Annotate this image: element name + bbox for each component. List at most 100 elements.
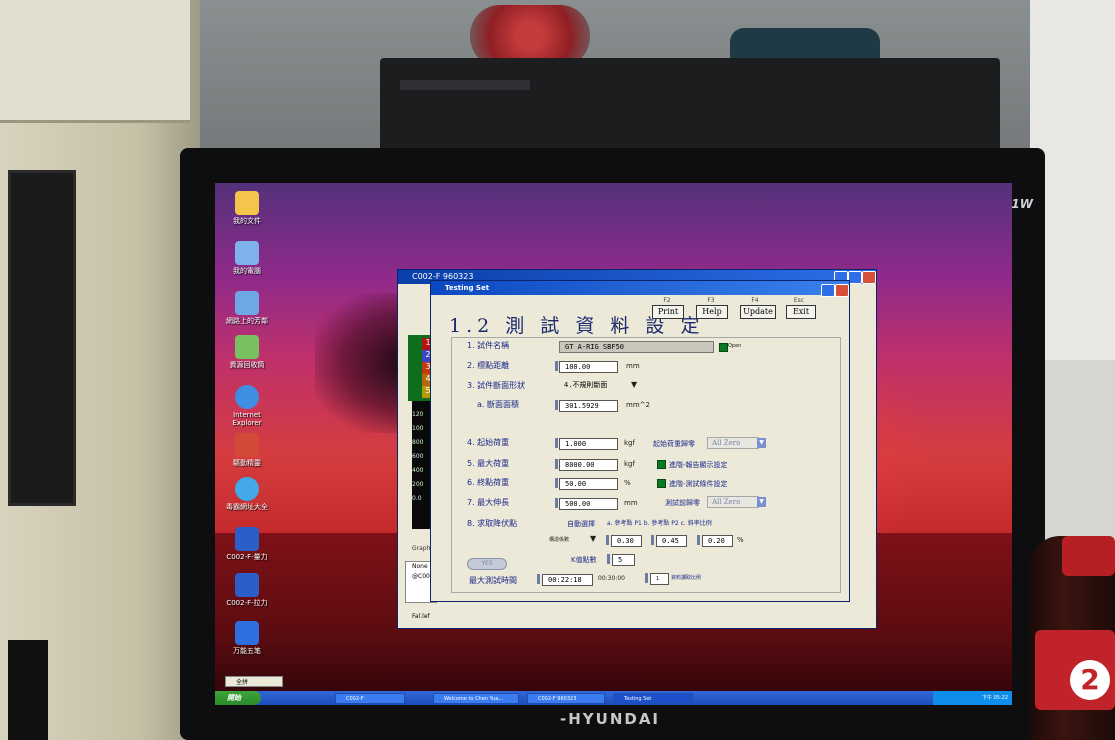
testing-machine-panel [8, 170, 76, 506]
desktop-icon-my-documents[interactable]: 我的文件 [219, 191, 275, 225]
chevron-down-icon[interactable]: ▼ [590, 534, 596, 543]
fkey-label: F3 [707, 297, 715, 304]
taskbar-item[interactable]: C002-F [335, 693, 405, 704]
end-load-input[interactable]: 50.00 [559, 478, 618, 490]
end-load-label: 6. 終點荷重 [467, 478, 510, 487]
spin-icon[interactable] [606, 535, 609, 545]
graph-caption: Graph [412, 545, 431, 552]
exit-button[interactable]: Exit [786, 305, 816, 319]
open-checkbox[interactable] [719, 343, 728, 352]
notes-label: None [412, 563, 428, 570]
chevron-down-icon[interactable]: ▼ [631, 380, 637, 389]
area-unit: mm^2 [626, 401, 650, 409]
shape-label: 3. 試件斷面形狀 [467, 381, 526, 390]
taskbar-item[interactable]: C002-F 960323 [527, 693, 605, 704]
ref-b-input[interactable]: 0.45 [656, 535, 687, 547]
initial-zero-select[interactable]: All Zero [707, 437, 759, 449]
method-select[interactable]: 構造係數 [549, 536, 569, 543]
desktop-icon-c002-f-1[interactable]: C002-F-量力 [219, 527, 275, 561]
end-load-unit: % [624, 479, 631, 487]
max-elong-input[interactable]: 500.00 [559, 498, 618, 510]
open-label: Open [728, 343, 742, 349]
max-time-limit: 00:30:00 [598, 575, 625, 582]
max-elong-label: 7. 最大伸長 [467, 498, 510, 507]
ref-a-input[interactable]: 0.30 [611, 535, 642, 547]
spin-icon[interactable] [607, 554, 610, 564]
pc-drive-slot [400, 80, 530, 90]
desktop-icon-driver[interactable]: 驅動精靈 [219, 433, 275, 467]
area-label: a. 斷面面積 [477, 400, 519, 409]
spin-icon[interactable] [555, 459, 558, 469]
yield-yes-button[interactable]: YES [467, 558, 507, 570]
advanced-test-label[interactable]: 進階-測試條件設定 [669, 479, 728, 489]
print-button[interactable]: Print [652, 305, 684, 319]
specimen-name-label: 1. 試件名稱 [467, 341, 510, 350]
specimen-name-input[interactable]: GT A-RIG SBF50 [559, 341, 714, 353]
maximize-icon[interactable] [848, 271, 862, 284]
gauge-length-input[interactable]: 100.00 [559, 361, 618, 373]
chevron-down-icon[interactable]: ▼ [757, 438, 766, 448]
close-icon[interactable] [835, 284, 849, 297]
k-input[interactable]: 5 [612, 554, 635, 566]
system-tray[interactable]: 下午 05:22 [933, 691, 1012, 705]
read-ratio-input[interactable]: 1 [650, 573, 669, 585]
spin-icon[interactable] [697, 535, 700, 545]
chevron-down-icon[interactable]: ▼ [757, 497, 766, 507]
spin-icon[interactable] [555, 438, 558, 448]
network-icon [235, 291, 259, 315]
cola-number: 2 [1070, 660, 1110, 700]
spin-icon[interactable] [645, 573, 648, 583]
max-load-unit: kgf [624, 460, 635, 468]
spin-icon[interactable] [555, 478, 558, 488]
ime-bar[interactable]: 全拼 [225, 676, 283, 687]
desktop-icon-web-nav[interactable]: 毒霸網址大全 [219, 477, 275, 511]
max-load-label: 5. 最大荷重 [467, 459, 510, 468]
advanced-test-checkbox[interactable] [657, 479, 666, 488]
spin-icon[interactable] [555, 498, 558, 508]
desktop-icon-network[interactable]: 網路上的芳鄰 [219, 291, 275, 325]
test-zero-select[interactable]: All Zero [707, 496, 759, 508]
desktop-icon-c002-f-2[interactable]: C002-F-拉力 [219, 573, 275, 607]
desktop-icon-wanneng[interactable]: 万能五笔 [219, 621, 275, 655]
screen: 我的文件 我的電腦 網路上的芳鄰 資源回收筒 Internet Explorer… [215, 183, 1012, 705]
ime-app-icon [235, 621, 259, 645]
testing-machine-panel-lower [8, 640, 48, 740]
max-load-input[interactable]: 8000.00 [559, 459, 618, 471]
help-button[interactable]: Help [696, 305, 728, 319]
testing-set-dialog[interactable]: Testing Set 1.2 測 試 資 料 設 定 F2 F3 F4 Esc… [430, 280, 850, 602]
method-label: 自動選擇 [567, 520, 595, 528]
initial-load-input[interactable]: 1.000 [559, 438, 618, 450]
desktop-icon-ie[interactable]: Internet Explorer [219, 385, 275, 427]
area-input[interactable]: 301.5929 [559, 400, 618, 412]
max-time-input[interactable]: 00:22:18 [542, 574, 593, 586]
spin-icon[interactable] [555, 400, 558, 410]
test-zero-label: 測試前歸零 [665, 499, 700, 507]
gauge-length-unit: mm [626, 362, 640, 370]
graph-tick: 100 [412, 425, 424, 432]
maximize-icon[interactable] [821, 284, 835, 297]
dialog-title: Testing Set [431, 281, 849, 295]
app-icon [235, 573, 259, 597]
spin-icon[interactable] [555, 361, 558, 371]
spin-icon[interactable] [651, 535, 654, 545]
close-icon[interactable] [862, 271, 876, 284]
shape-select[interactable]: 4.不規則斷面 [559, 380, 636, 390]
desktop-icon-my-computer[interactable]: 我的電腦 [219, 241, 275, 275]
yield-label: 8. 求取降伏點 [467, 519, 518, 528]
start-button[interactable]: 開始 [215, 691, 261, 705]
ie-icon [235, 385, 259, 409]
computer-icon [235, 241, 259, 265]
initial-zero-label: 起始荷重歸零 [653, 440, 695, 448]
update-button[interactable]: Update [740, 305, 776, 319]
ref-c-input[interactable]: 0.20 [702, 535, 733, 547]
spin-icon[interactable] [537, 574, 540, 584]
initial-load-label: 4. 起始荷重 [467, 438, 510, 447]
taskbar-item[interactable]: Welcome to Chen Yua... [433, 693, 519, 704]
advanced-display-checkbox[interactable] [657, 460, 666, 469]
desktop-icon-recycle-bin[interactable]: 資源回收筒 [219, 335, 275, 369]
taskbar-item-active[interactable]: Testing Set [613, 693, 693, 704]
graph-tick: 600 [412, 453, 424, 460]
advanced-display-label[interactable]: 進階-報告顯示設定 [669, 460, 728, 470]
testing-machine-top [0, 0, 190, 123]
cola-cap [1062, 536, 1115, 576]
